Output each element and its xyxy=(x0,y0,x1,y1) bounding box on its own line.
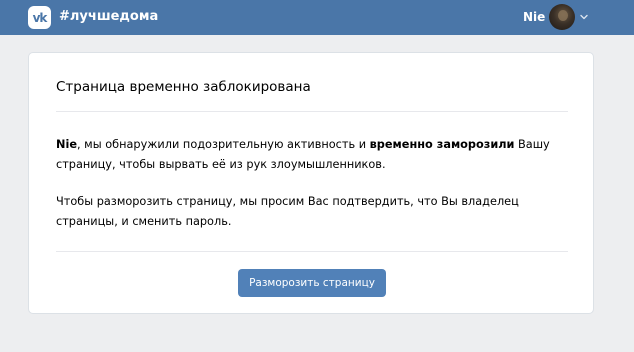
unfreeze-page-button[interactable]: Разморозить страницу xyxy=(238,269,386,297)
divider xyxy=(56,111,568,112)
avatar[interactable] xyxy=(549,4,575,30)
instruction-paragraph: Чтобы разморозить страницу, мы просим Ва… xyxy=(56,195,519,228)
frozen-phrase: временно заморозили xyxy=(369,138,515,151)
blocked-page-card: Страница временно заблокирована Nie, мы … xyxy=(28,52,594,314)
top-bar: vk #лучшедома Nie xyxy=(0,0,634,35)
divider xyxy=(56,251,568,252)
vk-logo-icon[interactable]: vk xyxy=(28,6,51,29)
chevron-down-icon[interactable] xyxy=(580,14,588,20)
page-title: Страница временно заблокирована xyxy=(56,79,311,95)
warning-paragraph: Nie, мы обнаружили подозрительную активн… xyxy=(56,135,576,175)
warning-text-a: , мы обнаружили подозрительную активност… xyxy=(77,138,370,151)
hashtag-link[interactable]: #лучшедома xyxy=(59,9,158,24)
vk-logo-text: vk xyxy=(32,10,48,25)
user-name[interactable]: Nie xyxy=(523,10,545,24)
user-name-bold: Nie xyxy=(56,138,77,151)
